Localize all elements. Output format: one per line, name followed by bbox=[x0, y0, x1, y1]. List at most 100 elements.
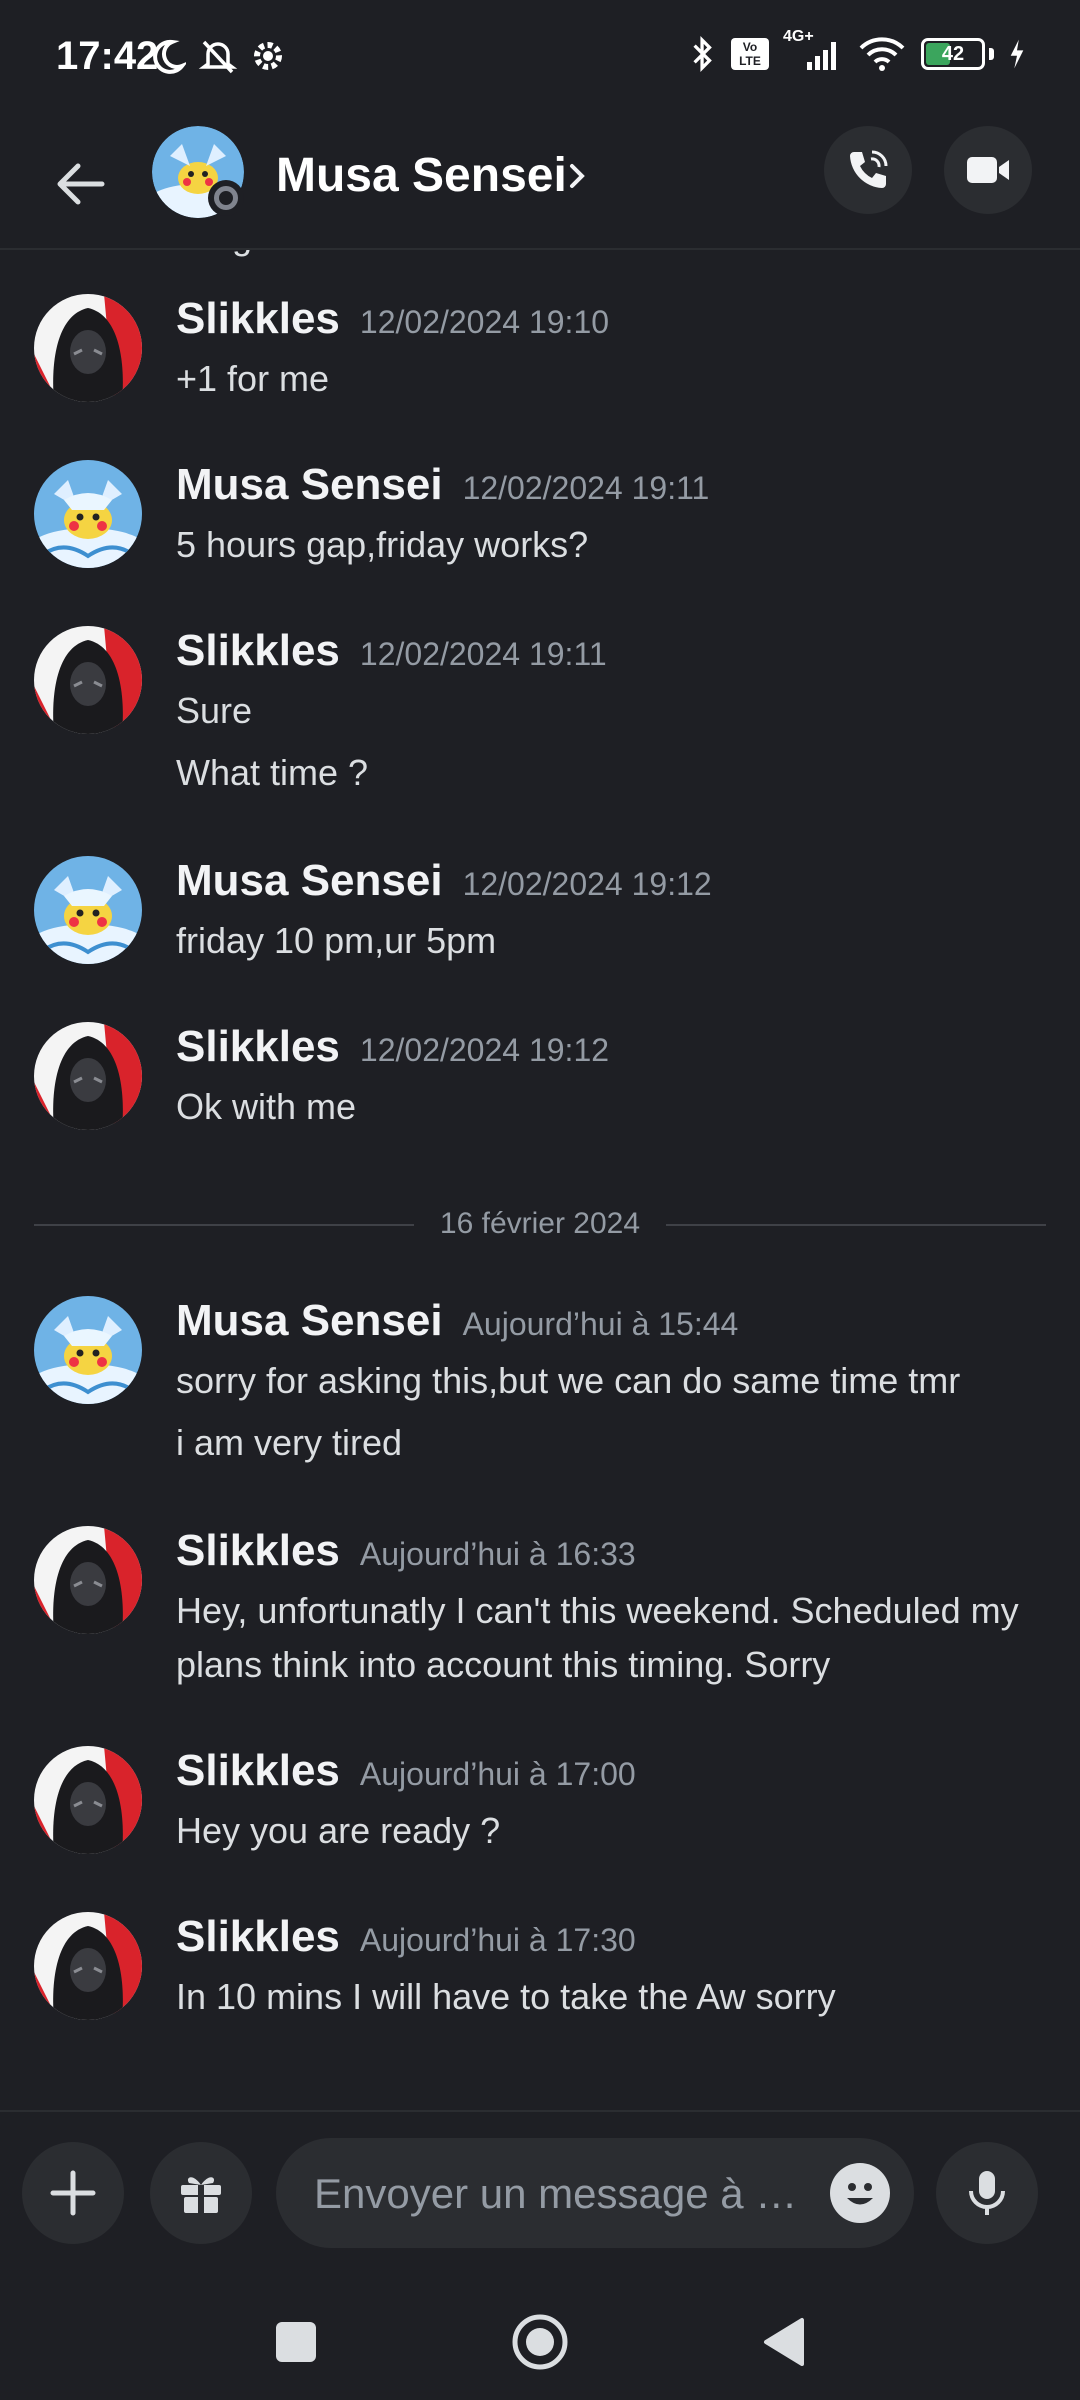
message-timestamp: Aujourd’hui à 15:44 bbox=[462, 1306, 739, 1342]
message-body: Hey you are ready ? bbox=[176, 1804, 1046, 1866]
message-text: In 10 mins I will have to take the Aw so… bbox=[176, 1976, 836, 2017]
microphone-icon bbox=[969, 2171, 1005, 2215]
video-call-button[interactable] bbox=[944, 126, 1032, 214]
back-button[interactable] bbox=[40, 144, 120, 224]
video-camera-icon bbox=[967, 157, 1009, 183]
message-body: Hey, unfortunatly I can't this weekend. … bbox=[176, 1584, 1046, 1700]
wifi-icon bbox=[859, 37, 905, 71]
message-text: sorry for asking this,but we can do same… bbox=[176, 1360, 961, 1401]
message-author[interactable]: Musa Sensei bbox=[176, 1296, 443, 1345]
avatar[interactable] bbox=[34, 626, 142, 734]
voice-message-button[interactable] bbox=[936, 2142, 1038, 2244]
date-divider: 16 février 2024 bbox=[34, 1204, 1046, 1244]
message-header: Slikkles Aujourd’hui à 16:33 bbox=[176, 1526, 636, 1576]
message-header: Slikkles 12/02/2024 19:11 bbox=[176, 626, 607, 676]
signal-icon: 4G+ bbox=[783, 28, 843, 74]
message-timestamp: 12/02/2024 19:12 bbox=[462, 866, 712, 902]
message-timestamp: Aujourd’hui à 17:30 bbox=[359, 1922, 636, 1958]
message-text: Ok with me bbox=[176, 1086, 357, 1127]
message-text: What time ? bbox=[176, 752, 369, 793]
message-timestamp: 12/02/2024 19:12 bbox=[359, 1032, 610, 1068]
chevron-right-icon[interactable] bbox=[566, 156, 590, 196]
avatar[interactable] bbox=[34, 1296, 142, 1404]
avatar[interactable] bbox=[34, 1746, 142, 1854]
message-body: friday 10 pm,ur 5pm bbox=[176, 914, 1046, 976]
message-input-wrapper bbox=[276, 2138, 914, 2250]
message-text: Sure bbox=[176, 690, 253, 731]
gift-button[interactable] bbox=[150, 2142, 252, 2244]
message-timestamp: 12/02/2024 19:10 bbox=[359, 304, 610, 340]
home-button[interactable] bbox=[500, 2302, 580, 2382]
message-body: 5 hours gap,friday works? bbox=[176, 518, 1046, 580]
plus-icon bbox=[50, 2170, 96, 2216]
emoji-icon bbox=[847, 2183, 873, 2205]
message-author[interactable]: Slikkles bbox=[176, 1022, 340, 1071]
contact-name[interactable]: Musa Sensei bbox=[276, 148, 567, 203]
charging-icon bbox=[1010, 39, 1024, 69]
chat-header: Musa Sensei bbox=[0, 120, 1080, 250]
message-text: friday 10 pm,ur 5pm bbox=[176, 920, 497, 961]
message-author[interactable]: Slikkles bbox=[176, 1912, 340, 1961]
message-text: Hey you are ready ? bbox=[176, 1810, 501, 1851]
avatar[interactable] bbox=[34, 1912, 142, 2020]
message-header: Musa Sensei 12/02/2024 19:12 bbox=[176, 856, 712, 906]
back-arrow-icon bbox=[57, 163, 105, 205]
battery-icon: 42 bbox=[921, 38, 985, 70]
message-text: +1 for me bbox=[176, 358, 330, 399]
settings-icon bbox=[254, 42, 282, 70]
message-input[interactable] bbox=[312, 2138, 796, 2250]
avatar[interactable] bbox=[34, 856, 142, 964]
status-time: 17:42 bbox=[56, 34, 159, 78]
battery-level: 42 bbox=[941, 43, 965, 65]
volte-badge: Vo LTE bbox=[731, 38, 769, 70]
message-author[interactable]: Slikkles bbox=[176, 294, 340, 343]
message-header: Slikkles Aujourd’hui à 17:30 bbox=[176, 1912, 636, 1962]
offline-status-indicator bbox=[208, 180, 244, 216]
message-body: In 10 mins I will have to take the Aw so… bbox=[176, 1970, 1046, 2032]
silent-icon bbox=[198, 40, 238, 74]
message-header: Slikkles 12/02/2024 19:10 bbox=[176, 294, 609, 344]
date-divider-label: 16 février 2024 bbox=[415, 1207, 665, 1240]
back-triangle-icon bbox=[764, 2318, 804, 2366]
attach-button[interactable] bbox=[22, 2142, 124, 2244]
avatar[interactable] bbox=[34, 294, 142, 402]
message-timestamp: Aujourd’hui à 16:33 bbox=[359, 1536, 636, 1572]
message-header: Slikkles Aujourd’hui à 17:00 bbox=[176, 1746, 636, 1796]
message-header: Slikkles 12/02/2024 19:12 bbox=[176, 1022, 609, 1072]
message-author[interactable]: Slikkles bbox=[176, 1526, 340, 1575]
phone-call-icon bbox=[850, 150, 888, 188]
message-author[interactable]: Slikkles bbox=[176, 626, 340, 675]
message-author[interactable]: Musa Sensei bbox=[176, 460, 443, 509]
message-text: 5 hours gap,friday works? bbox=[176, 524, 589, 565]
message-author[interactable]: Musa Sensei bbox=[176, 856, 443, 905]
clipped-message-text: …ng bbox=[176, 250, 252, 258]
message-timestamp: Aujourd’hui à 17:00 bbox=[359, 1756, 636, 1792]
voice-call-button[interactable] bbox=[824, 126, 912, 214]
emoji-button[interactable] bbox=[830, 2163, 890, 2223]
message-text: i am very tired bbox=[176, 1422, 403, 1463]
gift-icon bbox=[181, 2177, 221, 2213]
message-list[interactable]: …ng Slikkles 12/02/2024 19:10 +1 for me Mus… bbox=[0, 250, 1080, 2110]
avatar[interactable] bbox=[34, 1526, 142, 1634]
message-body: Ok with me bbox=[176, 1080, 1046, 1142]
message-header: Musa Sensei 12/02/2024 19:11 bbox=[176, 460, 709, 510]
moon-icon bbox=[153, 39, 186, 74]
nav-back-button[interactable] bbox=[744, 2302, 824, 2382]
avatar[interactable] bbox=[34, 460, 142, 568]
message-text: Hey, unfortunatly I can't this weekend. … bbox=[176, 1590, 1019, 1685]
message-header: Musa Sensei Aujourd’hui à 15:44 bbox=[176, 1296, 738, 1346]
message-body: sorry for asking this,but we can do same… bbox=[176, 1354, 1046, 1478]
system-nav-bar bbox=[0, 2280, 1080, 2400]
message-composer bbox=[0, 2110, 1080, 2282]
message-author[interactable]: Slikkles bbox=[176, 1746, 340, 1795]
message-timestamp: 12/02/2024 19:11 bbox=[462, 470, 710, 506]
status-bar: 17:42 Vo LTE 4G+ 42 bbox=[0, 0, 1080, 120]
avatar[interactable] bbox=[34, 1022, 142, 1130]
recents-button[interactable] bbox=[256, 2302, 336, 2382]
message-body: +1 for me bbox=[176, 352, 1046, 414]
home-circle-icon bbox=[512, 2314, 568, 2370]
message-body: Sure What time ? bbox=[176, 684, 1046, 808]
recents-square-icon bbox=[276, 2322, 316, 2362]
message-timestamp: 12/02/2024 19:11 bbox=[359, 636, 607, 672]
bluetooth-icon bbox=[693, 36, 712, 72]
